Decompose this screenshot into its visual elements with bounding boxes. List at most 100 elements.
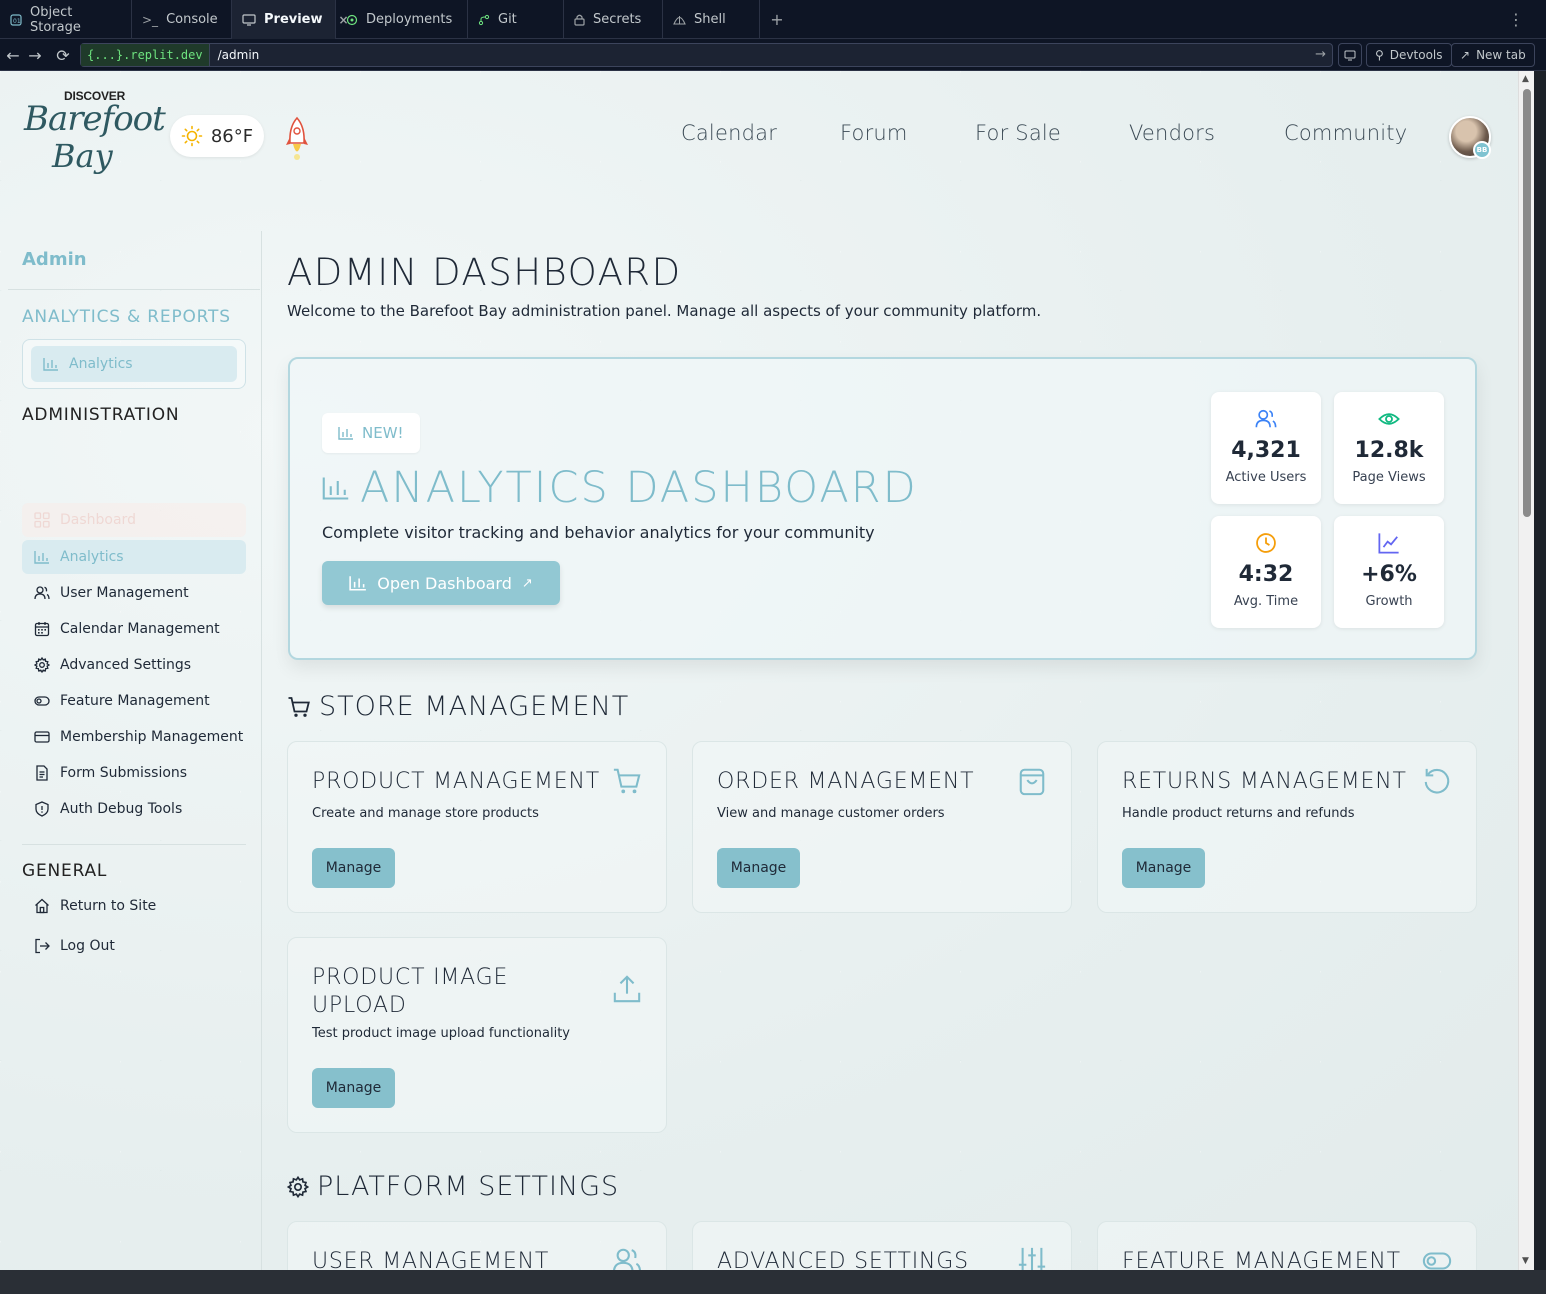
tab-deployments[interactable]: Deployments xyxy=(336,0,468,39)
shield-icon xyxy=(35,801,49,817)
sidebar-item-label: Analytics xyxy=(69,356,133,372)
new-tab-label: New tab xyxy=(1476,48,1526,62)
tab-secrets[interactable]: Secrets xyxy=(564,0,663,39)
ide-tab-bar: 01 Object Storage >_ Console Preview × D… xyxy=(0,0,1546,39)
reload-icon[interactable]: ⟳ xyxy=(50,39,76,71)
sidebar-item-advanced-settings[interactable]: Advanced Settings xyxy=(22,648,246,682)
sidebar-item-calendar-management[interactable]: Calendar Management xyxy=(22,612,246,646)
card-title: PRODUCT MANAGEMENT xyxy=(312,769,600,794)
manage-button[interactable]: Manage xyxy=(312,1068,395,1108)
new-tab-button[interactable]: ↗ New tab xyxy=(1451,43,1535,67)
manage-button[interactable]: Manage xyxy=(312,848,395,888)
external-link-icon: ↗ xyxy=(1460,48,1471,62)
nav-vendors[interactable]: Vendors xyxy=(1129,121,1215,145)
card-user-management: USER MANAGEMENT xyxy=(287,1221,667,1270)
screen-icon xyxy=(1344,50,1356,60)
card-product-image-upload: PRODUCT IMAGE UPLOAD Test product image … xyxy=(287,937,667,1133)
sidebar-item-dashboard[interactable]: Dashboard xyxy=(22,503,246,537)
open-dashboard-button[interactable]: Open Dashboard ↗ xyxy=(322,561,560,605)
bar-chart-icon xyxy=(43,358,58,371)
hero-title-text: ANALYTICS DASHBOARD xyxy=(360,463,918,513)
devtools-label: Devtools xyxy=(1389,48,1443,62)
bar-chart-icon xyxy=(349,576,367,591)
go-arrow-icon[interactable]: → xyxy=(1315,47,1326,62)
stat-label: Active Users xyxy=(1225,470,1307,485)
nav-forum[interactable]: Forum xyxy=(840,121,908,145)
tab-preview[interactable]: Preview × xyxy=(232,0,349,39)
card-returns-management: RETURNS MANAGEMENT Handle product return… xyxy=(1097,741,1477,913)
manage-button[interactable]: Manage xyxy=(1122,848,1205,888)
upload-icon xyxy=(613,975,641,1003)
new-badge: NEW! xyxy=(322,413,420,453)
section-heading-analytics: ANALYTICS & REPORTS xyxy=(22,307,231,327)
device-toggle-button[interactable] xyxy=(1338,43,1362,67)
tab-console[interactable]: >_ Console xyxy=(132,0,232,39)
add-tab-button[interactable]: + xyxy=(766,0,788,39)
sidebar-item-membership-management[interactable]: Membership Management xyxy=(22,720,246,754)
card-description: Handle product returns and refunds xyxy=(1122,806,1355,821)
card-title: USER MANAGEMENT xyxy=(312,1249,550,1270)
sidebar-item-return-to-site[interactable]: Return to Site xyxy=(22,889,246,923)
sidebar-item-label: Log Out xyxy=(60,938,115,954)
stat-growth: +6% Growth xyxy=(1334,516,1444,628)
sidebar-item-log-out[interactable]: Log Out xyxy=(22,929,246,963)
scroll-up-arrow-icon[interactable]: ▲ xyxy=(1522,74,1529,84)
tab-label: Object Storage xyxy=(30,4,81,35)
tab-shell[interactable]: Shell xyxy=(663,0,760,39)
stat-label: Growth xyxy=(1365,594,1413,609)
nav-calendar[interactable]: Calendar xyxy=(681,121,777,145)
tab-label: Preview xyxy=(264,12,323,27)
card-advanced-settings: ADVANCED SETTINGS xyxy=(692,1221,1072,1270)
avatar-badge: BB xyxy=(1473,141,1491,159)
sidebar-title: Admin xyxy=(22,249,87,270)
section-heading-text: STORE MANAGEMENT xyxy=(319,691,630,722)
card-title: RETURNS MANAGEMENT xyxy=(1122,769,1407,794)
undo-icon xyxy=(1424,768,1450,794)
tab-git[interactable]: Git xyxy=(468,0,564,39)
site-logo[interactable]: DISCOVER Barefoot Bay xyxy=(22,87,166,179)
url-field[interactable]: {...}.replit.dev /admin → xyxy=(80,43,1333,67)
sidebar-item-form-submissions[interactable]: Form Submissions xyxy=(22,756,246,790)
sidebar-item-analytics-quick[interactable]: Analytics xyxy=(31,346,237,382)
tab-label: Shell xyxy=(694,12,726,27)
nav-community[interactable]: Community xyxy=(1284,121,1407,145)
shopping-cart-icon xyxy=(613,768,641,794)
users-icon xyxy=(34,586,50,600)
tab-label: Git xyxy=(498,12,517,27)
tab-label: Deployments xyxy=(366,12,453,27)
document-icon xyxy=(36,765,48,781)
bar-chart-icon xyxy=(322,477,349,500)
shell-icon xyxy=(673,15,686,25)
sidebar-item-auth-debug-tools[interactable]: Auth Debug Tools xyxy=(22,792,246,826)
card-description: Test product image upload functionality xyxy=(312,1026,570,1041)
stat-value: 4:32 xyxy=(1238,562,1294,587)
forward-arrow-icon[interactable]: → xyxy=(22,39,48,71)
scroll-down-arrow-icon[interactable]: ▼ xyxy=(1522,1256,1529,1266)
sidebar-item-user-management[interactable]: User Management xyxy=(22,576,246,610)
card-order-management: ORDER MANAGEMENT View and manage custome… xyxy=(692,741,1072,913)
tab-label: Secrets xyxy=(593,12,642,27)
scroll-thumb[interactable] xyxy=(1523,89,1531,517)
hero-title: ANALYTICS DASHBOARD xyxy=(322,463,918,513)
page-scrollbar[interactable]: ▲ ▼ xyxy=(1518,71,1534,1270)
tab-object-storage[interactable]: 01 Object Storage xyxy=(0,0,132,39)
page-subtitle: Welcome to the Barefoot Bay administrati… xyxy=(287,302,1042,320)
rocket-icon[interactable] xyxy=(284,115,310,163)
badge-label: NEW! xyxy=(362,424,404,442)
url-host: {...}.replit.dev xyxy=(81,44,210,66)
card-feature-management: FEATURE MANAGEMENT xyxy=(1097,1221,1477,1270)
eye-icon xyxy=(1378,413,1400,425)
divider xyxy=(22,844,246,845)
line-chart-icon xyxy=(1378,533,1399,554)
sidebar-item-label: Return to Site xyxy=(60,898,157,914)
nav-for-sale[interactable]: For Sale xyxy=(975,121,1061,145)
card-title: PRODUCT IMAGE UPLOAD xyxy=(312,965,509,1018)
more-options-icon[interactable]: ⋮ xyxy=(1508,0,1524,39)
button-label: Open Dashboard xyxy=(377,573,512,593)
sidebar-item-label: User Management xyxy=(60,585,189,601)
manage-button[interactable]: Manage xyxy=(717,848,800,888)
url-path: /admin xyxy=(217,48,260,62)
devtools-button[interactable]: ⚲ Devtools xyxy=(1366,43,1452,67)
sidebar-item-analytics[interactable]: Analytics xyxy=(22,540,246,574)
sidebar-item-feature-management[interactable]: Feature Management xyxy=(22,684,246,718)
